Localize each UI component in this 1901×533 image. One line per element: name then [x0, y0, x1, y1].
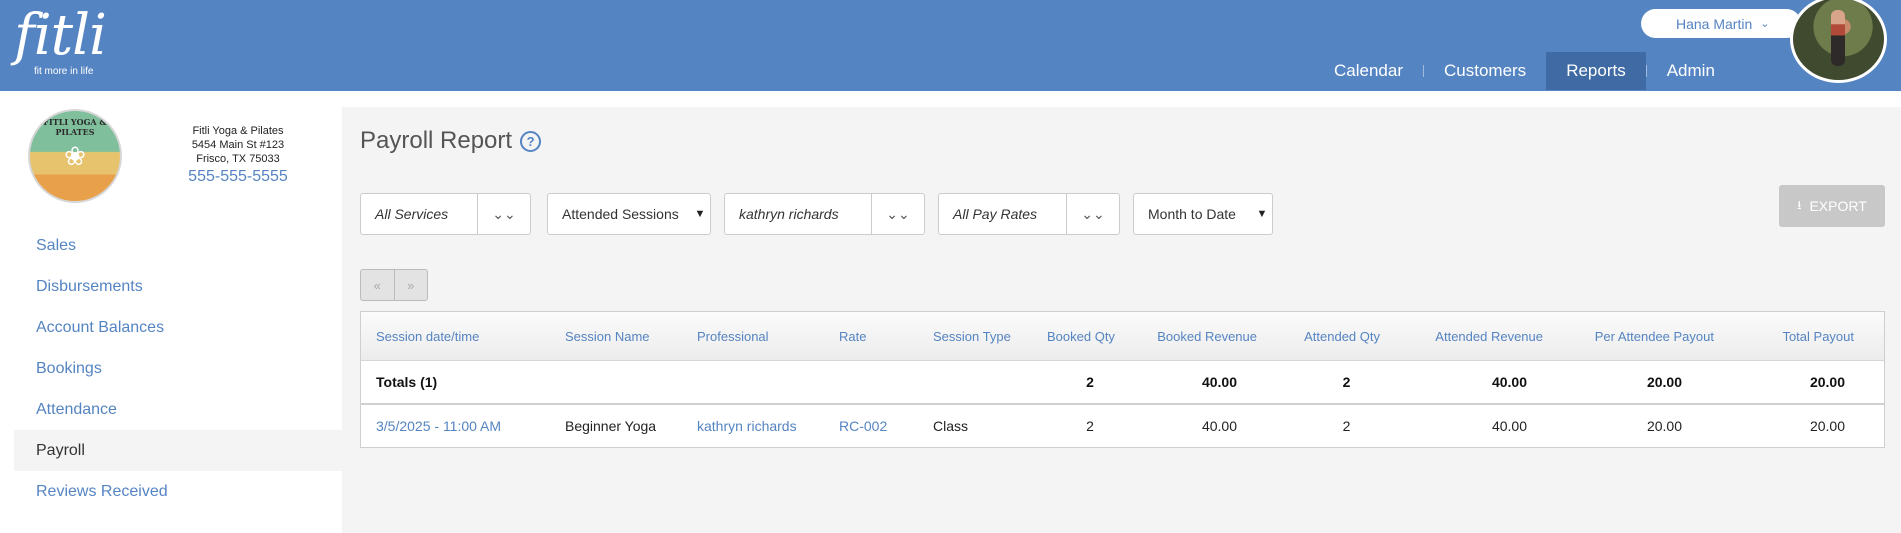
sidebar-item-reviews-received[interactable]: Reviews Received: [14, 471, 342, 512]
col-header-booked-revenue[interactable]: Booked Revenue: [1121, 329, 1265, 344]
professional-link[interactable]: kathryn richards: [689, 418, 831, 434]
top-bar: fitli fit more in life Hana Martin ⌄ Cal…: [0, 0, 1901, 91]
services-filter-value: All Services: [375, 206, 449, 222]
totals-row: Totals (1) 2 40.00 2 40.00 20.00 20.00: [361, 361, 1884, 405]
col-header-attended-revenue[interactable]: Attended Revenue: [1388, 329, 1551, 344]
business-logo-text: FITLI YOGA & PILATES: [43, 117, 107, 137]
user-name: Hana Martin: [1676, 15, 1753, 32]
col-header-per-attendee-payout[interactable]: Per Attendee Payout: [1551, 329, 1722, 344]
col-header-session-name[interactable]: Session Name: [557, 329, 689, 344]
user-menu[interactable]: Hana Martin ⌄: [1641, 9, 1801, 38]
avatar[interactable]: [1790, 0, 1887, 83]
sessions-select[interactable]: Attended Sessions ▼: [547, 193, 711, 235]
export-label: EXPORT: [1809, 198, 1867, 214]
help-icon[interactable]: ?: [520, 130, 542, 152]
meditation-icon: ❀: [64, 140, 86, 171]
totals-attended-qty: 2: [1342, 374, 1351, 390]
pager: « »: [360, 269, 428, 301]
session-datetime-link[interactable]: 3/5/2025 - 11:00 AM: [361, 418, 557, 434]
chevron-double-down-icon[interactable]: ⌄⌄: [1066, 194, 1119, 234]
totals-booked-revenue: 40.00: [1201, 374, 1237, 390]
attended-qty: 2: [1342, 418, 1351, 434]
period-select-value: Month to Date: [1148, 206, 1236, 222]
sidebar: FITLI YOGA & PILATES ❀ Fitli Yoga & Pila…: [0, 91, 342, 533]
session-type: Class: [933, 418, 969, 434]
pay-rates-filter-value: All Pay Rates: [953, 206, 1038, 222]
totals-attended-revenue: 40.00: [1491, 374, 1527, 390]
table-row: 3/5/2025 - 11:00 AM Beginner Yoga kathry…: [361, 405, 1884, 447]
col-header-total-payout[interactable]: Total Payout: [1722, 329, 1884, 344]
col-header-session-datetime[interactable]: Session date/time: [361, 329, 557, 344]
sidebar-item-sales[interactable]: Sales: [14, 225, 342, 266]
chevron-double-down-icon[interactable]: ⌄⌄: [871, 194, 924, 234]
sidebar-item-attendance[interactable]: Attendance: [14, 389, 342, 430]
table-header-row: Session date/time Session Name Professio…: [361, 312, 1884, 361]
col-header-rate[interactable]: Rate: [831, 329, 925, 344]
total-payout: 20.00: [1809, 418, 1845, 434]
nav-reports[interactable]: Reports: [1546, 52, 1646, 90]
sidebar-item-disbursements[interactable]: Disbursements: [14, 266, 342, 307]
select-caret-icon: ▼: [694, 208, 706, 220]
professional-filter[interactable]: kathryn richards ⌄⌄: [724, 193, 925, 235]
totals-per-attendee-payout: 20.00: [1646, 374, 1682, 390]
attended-revenue: 40.00: [1491, 418, 1527, 434]
main-content: Payroll Report ? All Services ⌄⌄ Attende…: [342, 107, 1901, 533]
totals-total-payout: 20.00: [1809, 374, 1845, 390]
sidebar-item-bookings[interactable]: Bookings: [14, 348, 342, 389]
sidebar-item-account-balances[interactable]: Account Balances: [14, 307, 342, 348]
rate-link[interactable]: RC-002: [831, 418, 925, 434]
logo-tagline: fit more in life: [34, 66, 94, 77]
professional-filter-value: kathryn richards: [739, 206, 839, 222]
services-filter[interactable]: All Services ⌄⌄: [360, 193, 531, 235]
fitli-logo[interactable]: fitli fit more in life: [14, 3, 107, 78]
nav-customers[interactable]: Customers: [1424, 52, 1546, 90]
business-info: Fitli Yoga & Pilates 5454 Main St #123 F…: [160, 124, 316, 185]
totals-booked-qty: 2: [1086, 374, 1094, 390]
period-select[interactable]: Month to Date ▼: [1133, 193, 1273, 235]
business-phone[interactable]: 555-555-5555: [160, 169, 316, 185]
main-nav: Calendar Customers Reports Admin: [1314, 52, 1735, 90]
export-button[interactable]: ⭳ EXPORT: [1779, 185, 1885, 227]
select-caret-icon: ▼: [1256, 208, 1268, 220]
chevron-double-down-icon[interactable]: ⌄⌄: [477, 194, 530, 234]
booked-revenue: 40.00: [1201, 418, 1237, 434]
pager-next-button[interactable]: »: [393, 270, 428, 300]
per-attendee-payout: 20.00: [1646, 418, 1682, 434]
logo-mark: fitli: [14, 3, 107, 68]
col-header-attended-qty[interactable]: Attended Qty: [1265, 329, 1388, 344]
totals-label: Totals (1): [376, 374, 438, 390]
nav-admin[interactable]: Admin: [1647, 52, 1735, 90]
business-logo: FITLI YOGA & PILATES ❀: [28, 109, 122, 203]
user-chevron-icon: ⌄: [1760, 18, 1770, 30]
business-address-line1: 5454 Main St #123: [191, 139, 285, 151]
business-name: Fitli Yoga & Pilates: [192, 125, 284, 137]
col-header-booked-qty[interactable]: Booked Qty: [1039, 329, 1121, 344]
nav-calendar[interactable]: Calendar: [1314, 52, 1423, 90]
col-header-session-type[interactable]: Session Type: [925, 329, 1039, 344]
payroll-table: Session date/time Session Name Professio…: [360, 311, 1885, 448]
session-name: Beginner Yoga: [565, 418, 657, 434]
pager-prev-button[interactable]: «: [361, 270, 394, 300]
col-header-professional[interactable]: Professional: [689, 329, 831, 344]
page-title: Payroll Report ?: [360, 127, 542, 155]
pay-rates-filter[interactable]: All Pay Rates ⌄⌄: [938, 193, 1120, 235]
report-menu: Sales Disbursements Account Balances Boo…: [14, 225, 342, 512]
page-title-text: Payroll Report: [360, 127, 513, 154]
booked-qty: 2: [1086, 418, 1094, 434]
download-icon: ⭳: [1797, 197, 1802, 212]
sidebar-item-payroll[interactable]: Payroll: [14, 430, 342, 471]
business-address-line2: Frisco, TX 75033: [196, 153, 280, 165]
sessions-select-value: Attended Sessions: [562, 206, 679, 222]
